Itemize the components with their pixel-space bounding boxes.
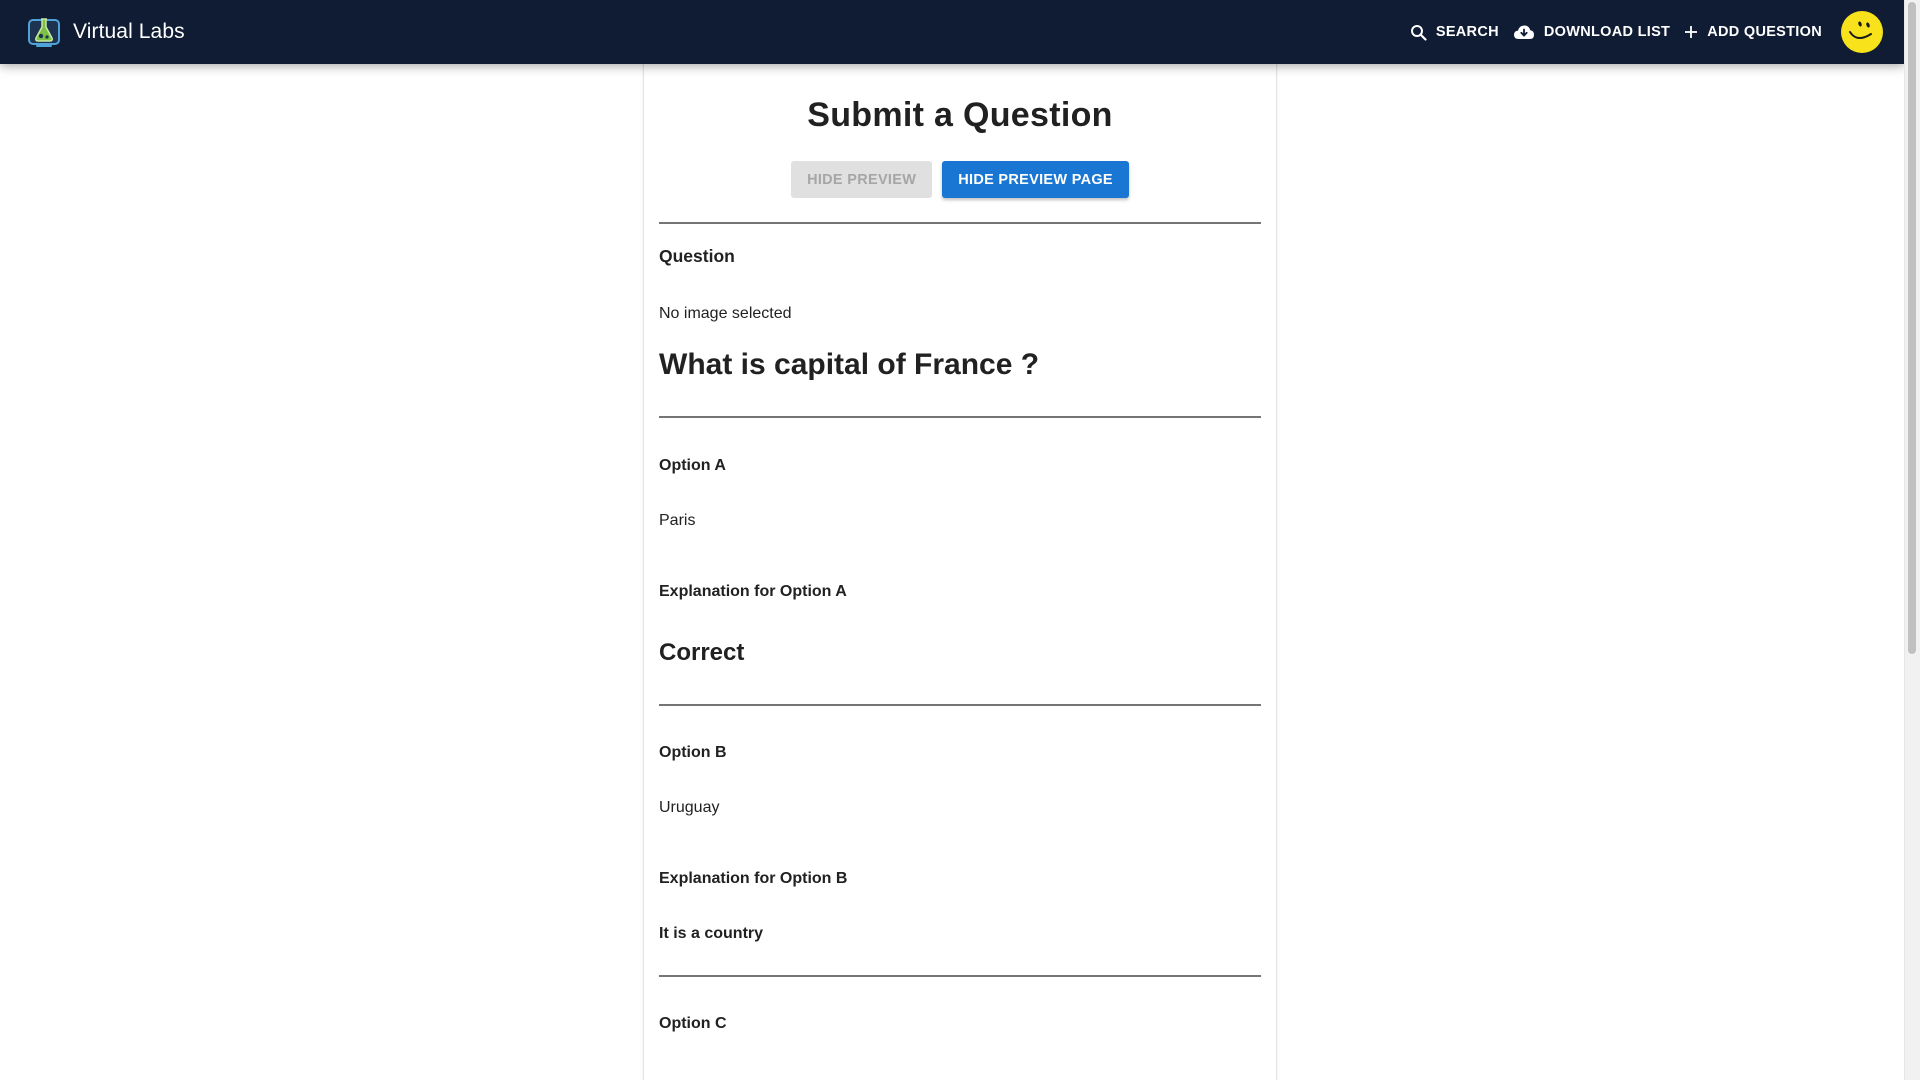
option-b-label: Option B: [659, 744, 727, 761]
user-avatar[interactable]: [1841, 11, 1883, 53]
page-scrollbar[interactable]: [1904, 0, 1920, 1080]
question-preview-card: Submit a Question Hide Preview Hide Prev…: [643, 64, 1277, 1080]
download-list-button[interactable]: Download List: [1506, 12, 1677, 52]
flask-logo-icon: [26, 14, 62, 50]
option-b-value: Uruguay: [659, 799, 720, 816]
scrollbar-thumb[interactable]: [1908, 2, 1916, 654]
option-a-explanation: Correct: [659, 639, 745, 666]
divider: [659, 704, 1261, 706]
option-a-label: Option A: [659, 457, 726, 474]
option-c-label: Option C: [659, 1015, 727, 1032]
option-b-explanation: It is a country: [659, 925, 764, 942]
image-status: No image selected: [659, 305, 792, 322]
smiley-avatar-icon: [1841, 11, 1883, 53]
option-a-value: Paris: [659, 512, 696, 529]
divider: [659, 975, 1261, 977]
search-button[interactable]: Search: [1403, 12, 1506, 52]
add-question-label: Add Question: [1707, 24, 1822, 40]
cloud-download-icon: [1513, 24, 1535, 40]
divider: [659, 416, 1261, 418]
top-nav: Search Download List Add Question: [1403, 0, 1883, 64]
divider: [659, 222, 1261, 224]
search-button-label: Search: [1435, 24, 1499, 40]
hide-preview-page-button[interactable]: Hide Preview Page: [942, 161, 1129, 198]
hide-preview-button[interactable]: Hide Preview: [791, 161, 933, 198]
option-a-explanation-label: Explanation for Option A: [659, 583, 847, 600]
app-title: Virtual Labs: [73, 20, 185, 43]
preview-button-row: Hide Preview Hide Preview Page: [659, 161, 1261, 198]
search-icon: [1410, 24, 1427, 41]
option-b-explanation-label: Explanation for Option B: [659, 870, 848, 887]
brand[interactable]: Virtual Labs: [26, 14, 185, 50]
download-list-label: Download List: [1543, 24, 1671, 40]
question-section-label: Question: [659, 246, 735, 266]
add-question-button[interactable]: Add Question: [1677, 12, 1829, 52]
page-title: Submit a Question: [807, 96, 1113, 134]
app-bar: Virtual Labs Search Download List: [0, 0, 1905, 64]
plus-icon: [1684, 25, 1698, 39]
question-text: What is capital of France ?: [659, 348, 1040, 381]
